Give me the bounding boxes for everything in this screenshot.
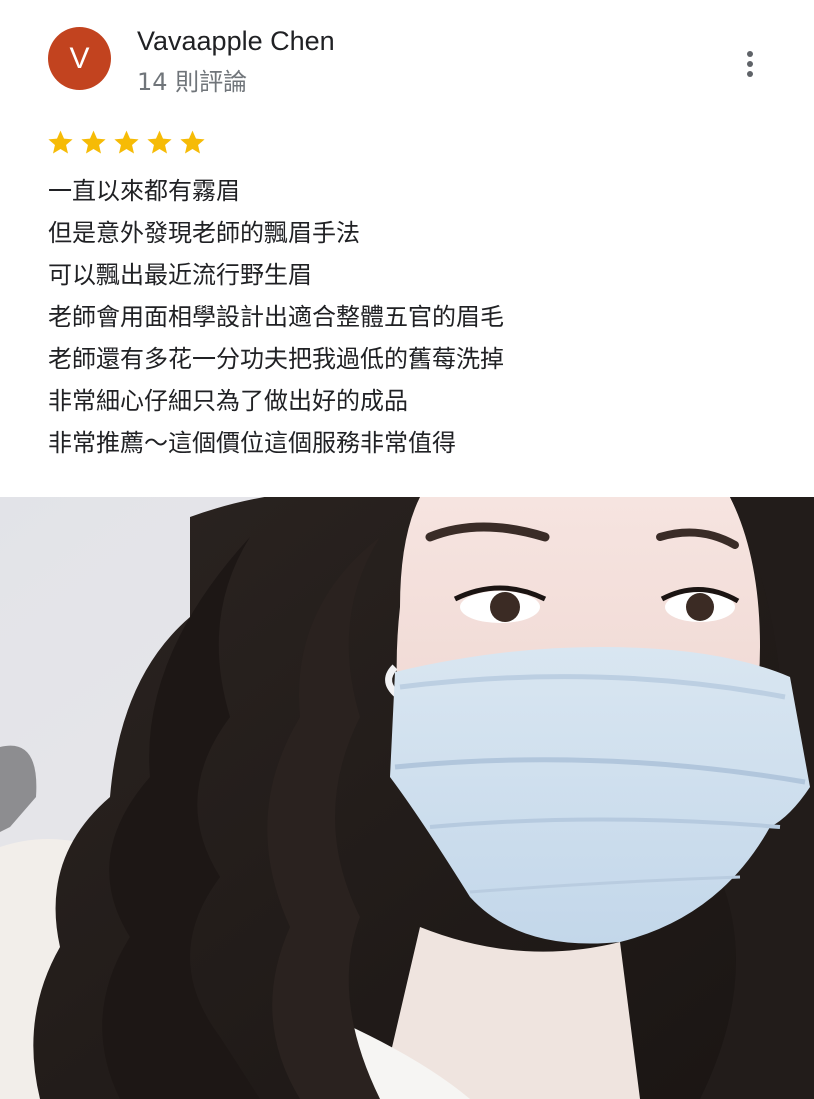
author-name[interactable]: Vavaapple Chen	[137, 26, 335, 57]
review-text: 一直以來都有霧眉 但是意外發現老師的飄眉手法 可以飄出最近流行野生眉 老師會用面…	[48, 170, 504, 464]
more-vert-icon	[747, 51, 753, 57]
star-icon	[114, 130, 139, 154]
review-text-line: 一直以來都有霧眉	[48, 177, 240, 205]
more-options-button[interactable]	[728, 42, 772, 86]
more-vert-icon-dot	[747, 61, 753, 67]
review-text-line: 老師還有多花一分功夫把我過低的舊莓洗掉	[48, 345, 504, 373]
star-icon	[48, 130, 73, 154]
star-icon	[147, 130, 172, 154]
review-text-line: 非常細心仔細只為了做出好的成品	[48, 387, 408, 415]
more-vert-icon-dot	[747, 71, 753, 77]
review-text-line: 可以飄出最近流行野生眉	[48, 261, 312, 289]
avatar[interactable]: V	[48, 27, 111, 90]
star-icon	[81, 130, 106, 154]
review-card: V Vavaapple Chen 14 則評論 一直以來都有霧眉 但是意外發現老…	[0, 0, 814, 497]
star-icon	[180, 130, 205, 154]
author-review-count: 14 則評論	[137, 68, 248, 96]
review-photo[interactable]	[0, 497, 814, 1099]
star-rating	[46, 128, 207, 157]
selfie-illustration	[0, 497, 814, 1099]
review-text-line: 但是意外發現老師的飄眉手法	[48, 219, 360, 247]
review-text-line: 非常推薦～這個價位這個服務非常值得	[48, 429, 456, 457]
review-text-line: 老師會用面相學設計出適合整體五官的眉毛	[48, 303, 504, 331]
